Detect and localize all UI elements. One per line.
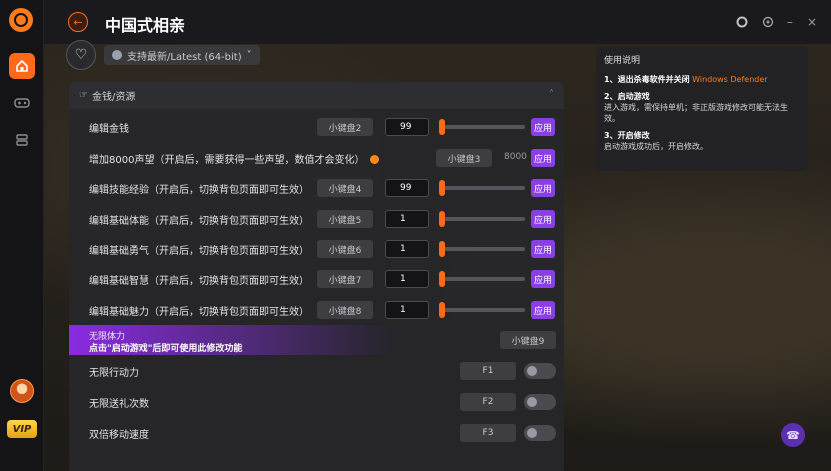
hotkey-button[interactable]: 小键盘5 xyxy=(317,210,373,228)
hotkey-button[interactable]: 小键盘8 xyxy=(317,301,373,319)
banner-subtitle: 点击"启动游戏"后即可使用此修改功能 xyxy=(89,344,243,354)
app-logo-icon[interactable] xyxy=(9,8,33,32)
row-label: 编辑基础智慧（开启后，切换背包页面即可生效） xyxy=(89,276,309,287)
chevron-down-icon: ˅ xyxy=(246,49,252,61)
row-label: 编辑基础勇气（开启后，切换背包页面即可生效） xyxy=(89,246,309,257)
arrow-left-icon: ← xyxy=(73,15,83,29)
value-slider[interactable] xyxy=(439,180,525,196)
value-input[interactable]: 99 xyxy=(385,118,429,136)
toggle-row-move-speed: 双倍移动速度 F3 xyxy=(69,418,564,448)
cheat-row-stamina: 编辑基础体能（开启后，切换背包页面即可生效） 小键盘5 1 应用 xyxy=(69,204,564,234)
row-label: 编辑金钱 xyxy=(89,124,129,135)
steam-icon xyxy=(112,50,122,60)
row-label: 编辑技能经验（开启后，切换背包页面即可生效） xyxy=(89,185,309,196)
row-label: 双倍移动速度 xyxy=(89,430,149,441)
instructions-panel: 使用说明 1、退出杀毒软件并关闭 Windows Defender 2、启动游戏… xyxy=(596,47,808,171)
headset-icon: ☎ xyxy=(786,428,800,442)
hotkey-button[interactable]: F2 xyxy=(460,393,516,411)
hotkey-button[interactable]: 小键盘7 xyxy=(317,270,373,288)
minimize-icon[interactable]: – xyxy=(782,14,798,30)
toggle-row-gift-count: 无限送礼次数 F2 xyxy=(69,387,564,417)
home-icon[interactable] xyxy=(9,53,35,79)
toggle-row-action-points: 无限行动力 F1 xyxy=(69,356,564,386)
favorite-button[interactable]: ♡ xyxy=(66,40,96,70)
cheat-row-charm: 编辑基础魅力（开启后，切换背包页面即可生效） 小键盘8 1 应用 xyxy=(69,295,564,325)
storage-icon[interactable] xyxy=(9,127,35,153)
hotkey-button[interactable]: F3 xyxy=(460,424,516,442)
cheat-panel: ☞ 金钱/资源 ˄ 编辑金钱 小键盘2 99 应用 增加8000声望（开启后，需… xyxy=(69,82,564,471)
row-label: 编辑基础体能（开启后，切换背包页面即可生效） xyxy=(89,216,309,227)
back-button[interactable]: ← xyxy=(68,12,88,32)
value-input[interactable]: 1 xyxy=(385,210,429,228)
apply-button[interactable]: 应用 xyxy=(531,179,555,197)
hotkey-button[interactable]: 小键盘6 xyxy=(317,240,373,258)
row-label: 增加8000声望（开启后，需要获得一些声望，数值才会变化） xyxy=(89,151,380,166)
apply-button[interactable]: 应用 xyxy=(531,270,555,288)
value-input[interactable]: 1 xyxy=(385,270,429,288)
cheat-row-wisdom: 编辑基础智慧（开启后，切换背包页面即可生效） 小键盘7 1 应用 xyxy=(69,264,564,294)
apply-button[interactable]: 应用 xyxy=(531,240,555,258)
value-slider[interactable] xyxy=(439,211,525,227)
value-slider[interactable] xyxy=(439,271,525,287)
row-label: 无限行动力 xyxy=(89,368,139,379)
warning-icon xyxy=(370,155,380,164)
left-rail: VIP xyxy=(0,0,44,471)
hotkey-button[interactable]: 小键盘2 xyxy=(317,118,373,136)
house-icon xyxy=(16,59,28,72)
settings-icon[interactable] xyxy=(760,14,776,30)
row-label: 无限送礼次数 xyxy=(89,399,149,410)
section-title: 金钱/资源 xyxy=(91,92,136,103)
apply-button[interactable]: 应用 xyxy=(531,301,555,319)
apply-button[interactable]: 应用 xyxy=(531,149,555,167)
chevron-up-icon[interactable]: ˄ xyxy=(549,89,554,100)
value-input[interactable]: 1 xyxy=(385,240,429,258)
value-input[interactable]: 1 xyxy=(385,301,429,319)
cheat-row-courage: 编辑基础勇气（开启后，切换背包页面即可生效） 小键盘6 1 应用 xyxy=(69,234,564,264)
record-icon[interactable] xyxy=(734,14,750,30)
value-input[interactable]: 99 xyxy=(385,179,429,197)
heart-icon: ♡ xyxy=(74,47,88,63)
vip-badge[interactable]: VIP xyxy=(7,420,37,438)
hotkey-button[interactable]: 小键盘3 xyxy=(436,149,492,167)
hotkey-button[interactable]: F1 xyxy=(460,362,516,380)
value-slider[interactable] xyxy=(439,241,525,257)
instructions-title: 使用说明 xyxy=(604,56,641,66)
toggle-switch[interactable] xyxy=(524,394,556,410)
static-value: 8000 xyxy=(504,152,527,162)
support-button[interactable]: ☎ xyxy=(781,423,805,447)
row-label: 编辑基础魅力（开启后，切换背包页面即可生效） xyxy=(89,307,309,318)
version-label: 支持最新/Latest (64-bit) xyxy=(127,51,242,63)
value-slider[interactable] xyxy=(439,119,525,135)
close-icon[interactable]: × xyxy=(804,14,820,30)
instruction-step-1: 1、退出杀毒软件并关闭 Windows Defender xyxy=(604,75,768,84)
game-meta-row: ♡ 支持最新/Latest (64-bit) ˅ xyxy=(66,40,260,70)
instruction-step-2: 2、启动游戏 进入游戏，需保持单机；非正版游戏修改可能无法生效。 xyxy=(604,92,788,123)
apply-button[interactable]: 应用 xyxy=(531,210,555,228)
gamepad-icon[interactable] xyxy=(9,90,35,116)
title-bar: ← 中国式相亲 – × xyxy=(44,0,831,44)
apply-button[interactable]: 应用 xyxy=(531,118,555,136)
section-header[interactable]: ☞ 金钱/资源 ˄ xyxy=(69,82,564,109)
hotkey-button[interactable]: 小键盘4 xyxy=(317,179,373,197)
user-avatar[interactable] xyxy=(10,379,34,403)
locked-feature-banner: 无限体力 点击"启动游戏"后即可使用此修改功能 小键盘9 xyxy=(69,325,564,355)
instruction-step-3: 3、开启修改 启动游戏成功后，开启修改。 xyxy=(604,131,708,151)
hand-icon: ☞ xyxy=(79,90,88,101)
value-slider[interactable] xyxy=(439,302,525,318)
toggle-switch[interactable] xyxy=(524,425,556,441)
cheat-row-money: 编辑金钱 小键盘2 99 应用 xyxy=(69,112,564,142)
hotkey-button[interactable]: 小键盘9 xyxy=(500,331,556,349)
toggle-switch[interactable] xyxy=(524,363,556,379)
version-select[interactable]: 支持最新/Latest (64-bit) ˅ xyxy=(104,45,260,65)
cheat-row-skill-exp: 编辑技能经验（开启后，切换背包页面即可生效） 小键盘4 99 应用 xyxy=(69,173,564,203)
page-title: 中国式相亲 xyxy=(105,16,186,35)
cheat-row-reputation: 增加8000声望（开启后，需要获得一些声望，数值才会变化） 小键盘3 8000 … xyxy=(69,143,564,173)
